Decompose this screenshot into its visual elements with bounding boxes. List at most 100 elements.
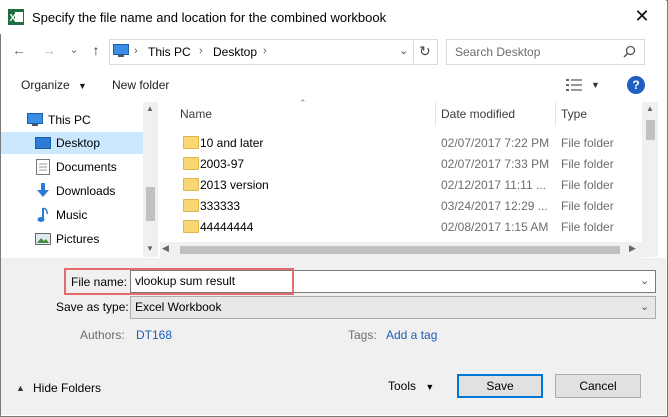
file-date: 02/07/2017 7:22 PM: [441, 136, 550, 150]
file-date: 02/12/2017 11:11 ...: [441, 178, 546, 192]
help-button[interactable]: ?: [627, 76, 645, 94]
search-icon[interactable]: [623, 45, 636, 58]
scroll-left-icon[interactable]: ◀: [162, 243, 169, 254]
authors-value[interactable]: DT168: [136, 328, 172, 342]
add-tag-link[interactable]: Add a tag: [386, 328, 437, 342]
file-name: 333333: [200, 199, 241, 213]
save-as-type-select[interactable]: Excel Workbook ⌄: [130, 296, 656, 319]
pictures-icon: [35, 233, 51, 245]
desktop-icon: [35, 137, 51, 149]
view-dropdown-icon[interactable]: ▼: [591, 80, 600, 90]
table-row[interactable]: 10 and later 02/07/2017 7:22 PM File fol…: [176, 132, 642, 153]
scroll-right-icon[interactable]: ▶: [629, 243, 636, 254]
search-placeholder[interactable]: Search Desktop: [455, 45, 540, 59]
pc-icon: [113, 44, 129, 57]
table-row[interactable]: 2003-97 02/07/2017 7:33 PM File folder: [176, 153, 642, 174]
new-folder-button[interactable]: New folder: [112, 78, 169, 92]
chevron-right-icon[interactable]: ›: [134, 45, 138, 57]
table-row[interactable]: 44444444 02/08/2017 1:15 AM File folder: [176, 216, 642, 237]
file-date: 02/08/2017 1:15 AM: [441, 220, 549, 234]
view-options-icon[interactable]: [566, 79, 582, 91]
sidebar-item-desktop[interactable]: Desktop: [1, 132, 145, 154]
breadcrumb-desktop[interactable]: Desktop: [213, 45, 257, 59]
cancel-button[interactable]: Cancel: [555, 374, 641, 398]
sidebar-item-label: Music: [56, 208, 88, 222]
file-date: 02/07/2017 7:33 PM: [441, 157, 550, 171]
file-name: 2003-97: [200, 157, 245, 171]
title-bar: X Specify the file name and location for…: [0, 0, 666, 34]
highlight-box: [64, 268, 294, 295]
back-button[interactable]: ←: [10, 40, 28, 60]
sidebar-item-downloads[interactable]: Downloads: [1, 180, 145, 202]
organize-button[interactable]: Organize ▼: [21, 78, 87, 92]
table-row[interactable]: 333333 03/24/2017 12:29 ... File folder: [176, 195, 642, 216]
file-list-horizontal-scrollbar[interactable]: ◀ ▶: [160, 242, 642, 258]
breadcrumb-this-pc[interactable]: This PC: [148, 45, 191, 59]
address-dropdown-icon[interactable]: ⌄: [399, 44, 408, 57]
save-as-type-value: Excel Workbook: [135, 300, 222, 314]
chevron-right-icon[interactable]: ›: [199, 45, 203, 57]
folder-icon: [183, 178, 199, 191]
svg-text:X: X: [10, 13, 17, 24]
music-icon: [37, 207, 48, 222]
folder-icon: [183, 136, 199, 149]
scroll-up-icon[interactable]: ▲: [646, 104, 654, 113]
downloads-icon: [37, 183, 49, 197]
chevron-up-icon[interactable]: ▲: [16, 383, 25, 393]
sidebar-item-this-pc[interactable]: This PC: [1, 109, 145, 131]
chevron-down-icon[interactable]: ⌄: [640, 274, 649, 287]
scroll-down-icon[interactable]: ▼: [146, 244, 154, 253]
file-type: File folder: [561, 178, 614, 192]
folder-icon: [183, 157, 199, 170]
folder-icon: [183, 220, 199, 233]
sidebar-item-label: Pictures: [56, 232, 100, 246]
documents-icon: [36, 159, 50, 175]
sidebar-scrollbar[interactable]: ▲ ▼: [143, 102, 158, 257]
column-header-date-modified[interactable]: Date modified: [441, 107, 515, 121]
file-name: 2013 version: [200, 178, 269, 192]
folder-icon: [183, 199, 199, 212]
sidebar-item-label: Downloads: [56, 184, 116, 198]
column-header-name[interactable]: Name: [180, 107, 212, 121]
scrollbar-thumb[interactable]: [180, 246, 620, 254]
table-row[interactable]: 2013 version 02/12/2017 11:11 ... File f…: [176, 174, 642, 195]
hide-folders-button[interactable]: Hide Folders: [33, 381, 101, 395]
column-divider[interactable]: [555, 102, 556, 126]
column-divider[interactable]: [435, 102, 436, 126]
sidebar-item-pictures[interactable]: Pictures: [1, 228, 145, 250]
recent-locations-button[interactable]: ⌄: [65, 40, 83, 60]
up-button[interactable]: ↑: [87, 40, 105, 60]
sidebar-item-label: Documents: [56, 160, 117, 174]
refresh-icon[interactable]: ↻: [419, 43, 431, 60]
save-button[interactable]: Save: [457, 374, 543, 398]
column-header-type[interactable]: Type: [561, 107, 587, 121]
scrollbar-thumb[interactable]: [146, 187, 155, 221]
search-box[interactable]: Search Desktop: [446, 39, 645, 65]
sidebar-item-documents[interactable]: Documents: [1, 156, 145, 178]
tools-button[interactable]: Tools ▼: [388, 379, 434, 393]
file-type: File folder: [561, 199, 614, 213]
tools-label: Tools: [388, 379, 417, 393]
file-type: File folder: [561, 136, 614, 150]
forward-button[interactable]: →: [40, 40, 58, 60]
file-name: 10 and later: [200, 136, 264, 150]
pc-icon: [27, 113, 43, 126]
chevron-down-icon[interactable]: ⌄: [640, 300, 649, 313]
file-type: File folder: [561, 220, 614, 234]
file-type: File folder: [561, 157, 614, 171]
sidebar-item-label: This PC: [48, 113, 91, 127]
file-date: 03/24/2017 12:29 ...: [441, 199, 548, 213]
caret-down-icon: ▼: [78, 81, 87, 91]
scrollbar-thumb[interactable]: [646, 120, 655, 140]
scroll-up-icon[interactable]: ▲: [146, 104, 154, 113]
address-bar[interactable]: › This PC › Desktop › ⌄ ↻: [109, 39, 438, 65]
tags-label: Tags:: [348, 328, 377, 342]
navigation-pane: This PC Desktop Documents Downloads Musi…: [1, 102, 158, 257]
sidebar-item-label: Desktop: [56, 136, 101, 150]
file-list-vertical-scrollbar[interactable]: ▲: [642, 102, 658, 257]
save-as-type-label: Save as type:: [56, 300, 129, 314]
chevron-right-icon[interactable]: ›: [263, 45, 267, 57]
close-icon[interactable]: ✕: [632, 6, 652, 26]
sidebar-item-music[interactable]: Music: [1, 204, 145, 226]
organize-label: Organize: [21, 78, 70, 92]
